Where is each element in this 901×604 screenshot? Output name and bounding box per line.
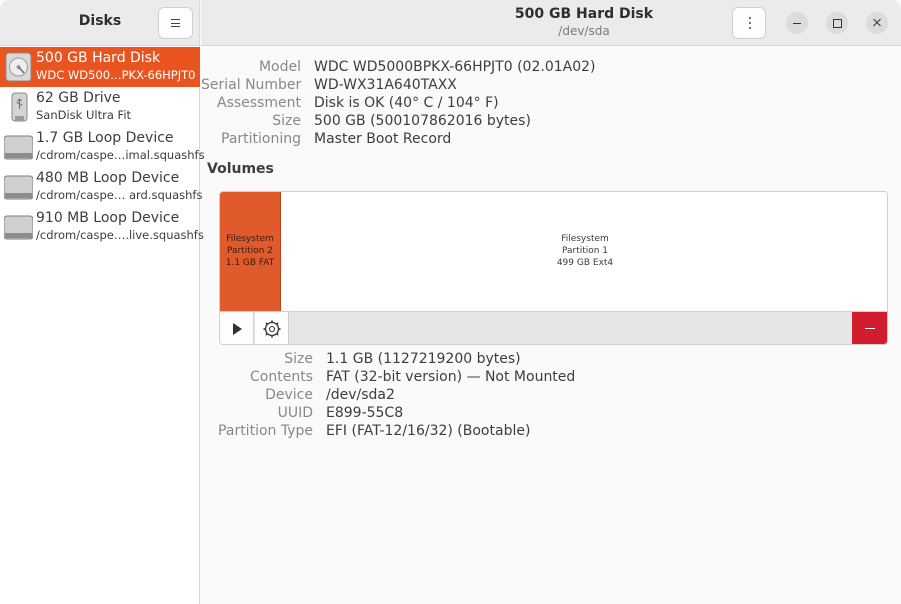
- drive-model: SanDisk Ultra Fit: [36, 108, 132, 122]
- info-label: Partitioning: [221, 131, 301, 147]
- loop-device-icon: [4, 215, 33, 240]
- partition-name-label: Partition 2: [226, 246, 274, 256]
- info-label: Size: [284, 351, 313, 367]
- hard-disk-icon: [5, 52, 32, 82]
- partition-options-button[interactable]: [255, 312, 289, 344]
- app-menu-button[interactable]: [158, 7, 193, 39]
- info-label: Serial Number: [201, 77, 302, 93]
- drive-item-62gb-drive[interactable]: 62 GB Drive SanDisk Ultra Fit: [0, 87, 200, 127]
- partition-type-label: Filesystem: [226, 234, 274, 244]
- drive-path: /cdrom/caspe… ard.squashfs: [36, 188, 203, 202]
- partition-size-label: 499 GB Ext4: [556, 258, 614, 268]
- drive-model: WDC WD500…PKX-66HPJT0: [36, 68, 196, 82]
- partition-size-label: 1.1 GB FAT: [225, 258, 275, 268]
- info-value: EFI (FAT-12/16/32) (Bootable): [326, 423, 531, 439]
- volumes-heading: Volumes: [207, 161, 274, 177]
- mount-button[interactable]: [220, 312, 254, 344]
- info-value: Master Boot Record: [314, 131, 452, 147]
- drive-path: /cdrom/caspe….live.squashfs: [36, 228, 204, 242]
- partition-1-block[interactable]: Filesystem Partition 1 499 GB Ext4: [282, 192, 887, 311]
- info-label: Assessment: [217, 95, 301, 111]
- main-pane: Model WDC WD5000BPKX-66HPJT0 (02.01A02) …: [201, 47, 901, 604]
- info-value: Disk is OK (40° C / 104° F): [314, 95, 499, 111]
- partition-name-label: Partition 1: [561, 246, 609, 256]
- disks-window: Disks 500 GB Hard Disk WDC WD500…PKX-66H…: [0, 0, 901, 604]
- loop-device-icon: [4, 135, 33, 160]
- loop-device-icon: [4, 175, 33, 200]
- drive-name: 500 GB Hard Disk: [36, 50, 161, 66]
- info-label: Model: [258, 59, 301, 75]
- drive-name: 480 MB Loop Device: [36, 170, 180, 186]
- info-label: Partition Type: [218, 423, 313, 439]
- drive-name: 1.7 GB Loop Device: [36, 130, 174, 146]
- sidebar: Disks 500 GB Hard Disk WDC WD500…PKX-66H…: [0, 0, 205, 604]
- info-value: /dev/sda2: [326, 387, 395, 403]
- info-label: Device: [265, 387, 313, 403]
- close-button[interactable]: [866, 12, 888, 34]
- info-label: Contents: [250, 369, 313, 385]
- maximize-button[interactable]: [826, 12, 848, 34]
- info-value: E899-55C8: [326, 405, 404, 421]
- info-value: 500 GB (500107862016 bytes): [314, 113, 531, 129]
- hamburger-menu-icon: [171, 19, 180, 27]
- header-bar: 500 GB Hard Disk /dev/sda: [201, 0, 901, 46]
- info-value: FAT (32-bit version) — Not Mounted: [326, 369, 576, 385]
- volume-toolbar: [220, 311, 887, 344]
- drive-options-button[interactable]: [732, 7, 766, 39]
- minimize-button[interactable]: [786, 12, 808, 34]
- info-value: WD-WX31A640TAXX: [314, 77, 457, 93]
- info-value: WDC WD5000BPKX-66HPJT0 (02.01A02): [314, 59, 596, 75]
- drive-name: 910 MB Loop Device: [36, 210, 180, 226]
- drive-name: 62 GB Drive: [36, 90, 121, 106]
- drive-list: 500 GB Hard Disk WDC WD500…PKX-66HPJT0 6…: [0, 47, 205, 247]
- partition-2-block[interactable]: Filesystem Partition 2 1.1 GB FAT: [220, 192, 281, 311]
- gear-icon: [263, 320, 281, 338]
- info-label: UUID: [277, 405, 313, 421]
- info-value: 1.1 GB (1127219200 bytes): [326, 351, 521, 367]
- partition-type-label: Filesystem: [561, 234, 609, 244]
- volume-map: Filesystem Partition 2 1.1 GB FAT Filesy…: [219, 191, 888, 345]
- info-label: Size: [272, 113, 301, 129]
- delete-partition-button[interactable]: [852, 312, 887, 344]
- drive-item-910mb-loop-device[interactable]: 910 MB Loop Device /cdrom/caspe….live.sq…: [0, 207, 204, 247]
- sidebar-header: Disks: [0, 0, 199, 46]
- drive-item-1-7gb-loop-device[interactable]: 1.7 GB Loop Device /cdrom/caspe…imal.squ…: [0, 127, 205, 167]
- usb-drive-icon: [11, 92, 28, 122]
- drive-path: /cdrom/caspe…imal.squashfs: [36, 148, 205, 162]
- drive-item-480mb-loop-device[interactable]: 480 MB Loop Device /cdrom/caspe… ard.squ…: [0, 167, 203, 207]
- drive-item-500gb-hard-disk[interactable]: 500 GB Hard Disk WDC WD500…PKX-66HPJT0: [0, 47, 200, 87]
